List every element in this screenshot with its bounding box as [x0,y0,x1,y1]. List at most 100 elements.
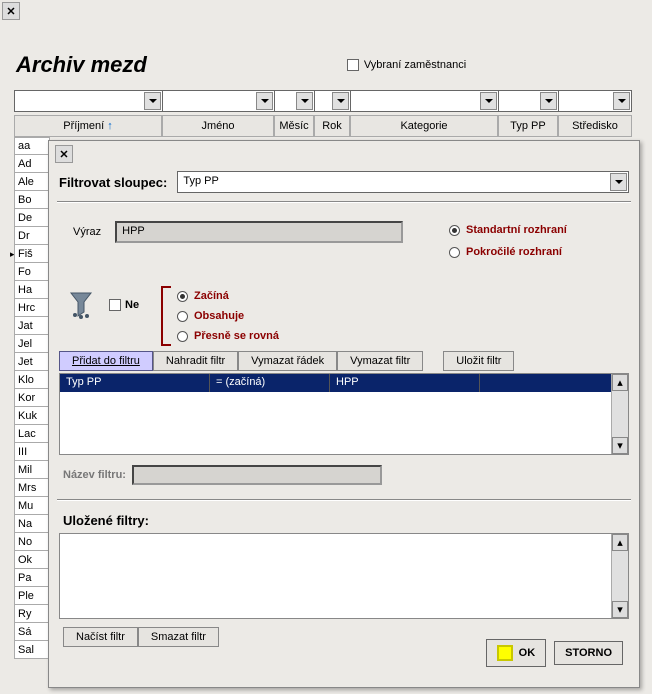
delete-filter-button[interactable]: Smazat filtr [138,627,219,647]
checkbox-icon[interactable] [109,299,121,311]
scroll-down-icon[interactable]: ▾ [612,601,628,618]
table-row[interactable]: Dr [14,227,50,245]
page-title: Archiv mezd [16,52,147,78]
table-row[interactable]: Fiš [14,245,50,263]
ok-button[interactable]: OK [486,639,547,667]
radio-icon[interactable] [177,291,188,302]
scrollbar[interactable]: ▴ ▾ [611,374,628,454]
filter-name-input[interactable] [132,465,382,485]
scrollbar[interactable]: ▴ ▾ [611,534,628,618]
column-header[interactable]: Příjmení↑ [14,115,162,137]
table-row[interactable]: Lac [14,425,50,443]
radio-starts-with[interactable]: Začíná [177,286,279,306]
radio-icon[interactable] [449,225,460,236]
table-row[interactable]: Ha [14,281,50,299]
table-row[interactable]: Ple [14,587,50,605]
table-row[interactable]: aa [14,137,50,155]
table-row[interactable]: Mrs [14,479,50,497]
column-filter-dropdown[interactable] [162,90,274,112]
save-filter-button[interactable]: Uložit filtr [443,351,514,371]
filter-condition-row[interactable]: Typ PP = (začíná) HPP [60,374,628,392]
column-filter-dropdown[interactable] [314,90,350,112]
filter-conditions-grid[interactable]: Typ PP = (začíná) HPP ▴ ▾ [59,373,629,455]
expression-input[interactable]: HPP [115,221,403,243]
table-row[interactable]: Ale [14,173,50,191]
radio-label: Přesně se rovná [194,326,279,346]
filter-dialog: ✕ Filtrovat sloupec: Typ PP Výraz HPP St… [48,140,640,688]
radio-equals[interactable]: Přesně se rovná [177,326,279,346]
table-row[interactable]: Mil [14,461,50,479]
condition-operator: = (začíná) [210,374,330,392]
column-header[interactable]: Typ PP [498,115,558,137]
table-row[interactable]: Fo [14,263,50,281]
chevron-down-icon[interactable] [144,92,161,110]
column-filter-dropdown[interactable] [274,90,314,112]
chevron-down-icon[interactable] [480,92,497,110]
table-row[interactable]: No [14,533,50,551]
radio-advanced-interface[interactable]: Pokročilé rozhraní [449,241,567,263]
table-row[interactable]: Jat [14,317,50,335]
chevron-down-icon[interactable] [256,92,273,110]
chevron-down-icon[interactable] [332,92,349,110]
radio-contains[interactable]: Obsahuje [177,306,279,326]
scroll-up-icon[interactable]: ▴ [612,534,628,551]
dialog-close-icon[interactable]: ✕ [55,145,73,163]
table-row[interactable]: Kor [14,389,50,407]
column-filter-row [14,90,646,114]
table-row[interactable]: Jel [14,335,50,353]
saved-filters-list[interactable]: ▴ ▾ [59,533,629,619]
table-row[interactable]: Sal [14,641,50,659]
radio-standard-interface[interactable]: Standartní rozhraní [449,219,567,241]
table-row[interactable]: Jet [14,353,50,371]
chevron-down-icon[interactable] [540,92,557,110]
column-header[interactable]: Kategorie [350,115,498,137]
column-header[interactable]: Jméno [162,115,274,137]
column-filter-dropdown[interactable] [558,90,632,112]
filter-column-select[interactable]: Typ PP [177,171,629,193]
filter-column-row: Filtrovat sloupec: Typ PP [59,171,629,193]
checkbox-icon[interactable] [347,59,359,71]
replace-filter-button[interactable]: Nahradit filtr [153,351,238,371]
table-row[interactable]: Klo [14,371,50,389]
radio-icon[interactable] [449,247,460,258]
column-header[interactable]: Rok [314,115,350,137]
column-filter-dropdown[interactable] [498,90,558,112]
table-row[interactable]: Na [14,515,50,533]
chevron-down-icon[interactable] [610,173,627,191]
column-header[interactable]: Měsíc [274,115,314,137]
table-row[interactable]: Kuk [14,407,50,425]
cancel-button[interactable]: STORNO [554,641,623,665]
chevron-down-icon[interactable] [613,92,630,110]
column-header[interactable]: Středisko [558,115,632,137]
negate-label: Ne [125,299,139,311]
table-row[interactable]: Sá [14,623,50,641]
selected-employees-checkbox[interactable]: Vybraní zaměstnanci [347,59,466,71]
scroll-down-icon[interactable]: ▾ [612,437,628,454]
table-row[interactable]: Pa [14,569,50,587]
chevron-down-icon[interactable] [296,92,313,110]
table-row[interactable]: De [14,209,50,227]
clear-filter-button[interactable]: Vymazat filtr [337,351,423,371]
filter-column-label: Filtrovat sloupec: [59,175,167,190]
add-to-filter-button[interactable]: Přidat do filtru [59,351,153,371]
table-row[interactable]: Ry [14,605,50,623]
column-filter-dropdown[interactable] [14,90,162,112]
table-row[interactable]: Hrc [14,299,50,317]
negate-checkbox[interactable]: Ne [109,299,139,311]
filter-name-label: Název filtru: [63,469,126,481]
close-icon[interactable]: ✕ [2,2,20,20]
radio-icon[interactable] [177,311,188,322]
clear-row-button[interactable]: Vymazat řádek [238,351,337,371]
table-row[interactable]: Ad [14,155,50,173]
scroll-up-icon[interactable]: ▴ [612,374,628,391]
table-row[interactable]: Mu [14,497,50,515]
divider [57,201,631,203]
title-bar: Archiv mezd Vybraní zaměstnanci [16,52,644,78]
radio-icon[interactable] [177,331,188,342]
table-row[interactable]: Bo [14,191,50,209]
table-row[interactable]: Ok [14,551,50,569]
filter-name-row: Název filtru: [63,465,382,485]
load-filter-button[interactable]: Načíst filtr [63,627,138,647]
table-row[interactable]: III [14,443,50,461]
column-filter-dropdown[interactable] [350,90,498,112]
